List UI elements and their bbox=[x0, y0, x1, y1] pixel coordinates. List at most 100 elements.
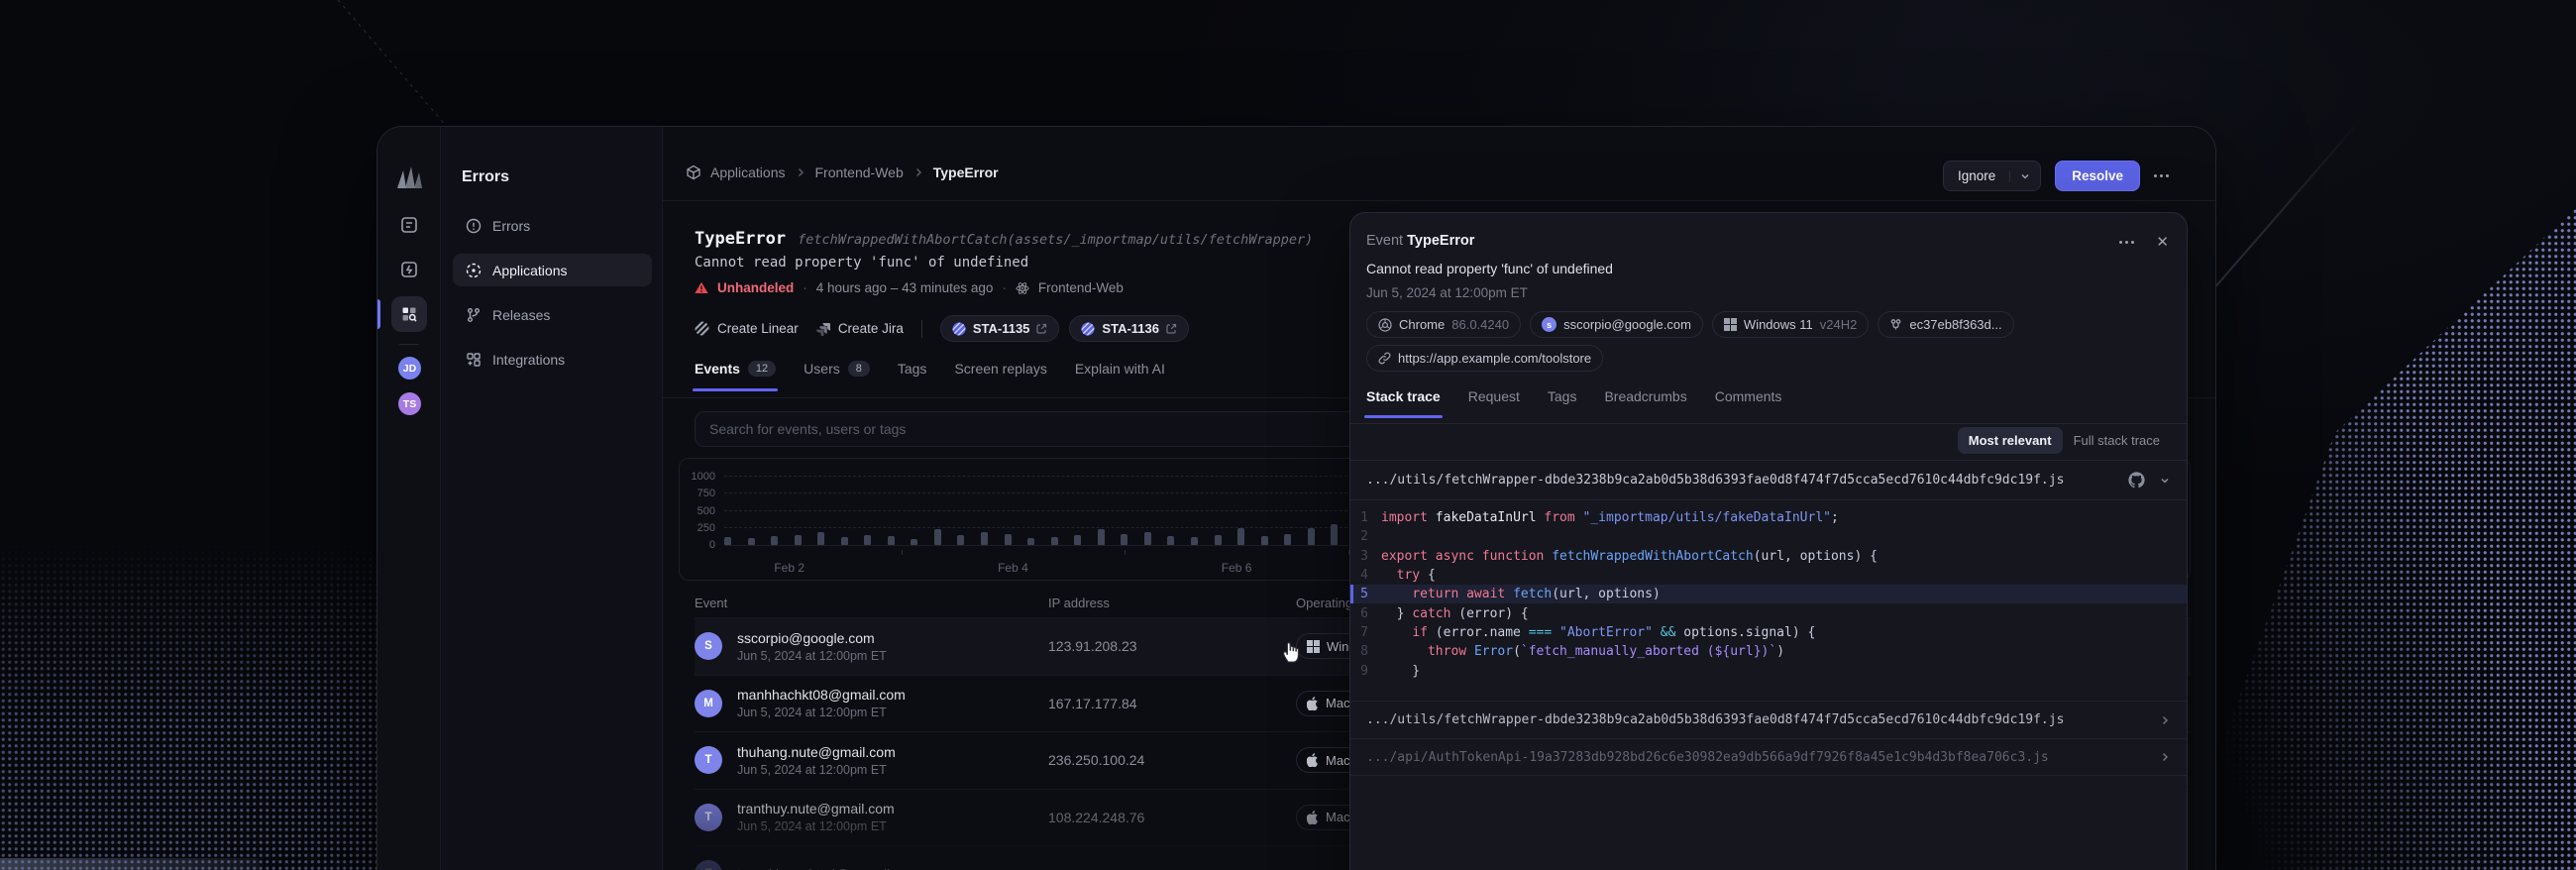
external-link-icon bbox=[1036, 323, 1047, 334]
panel-tab-comments[interactable]: Comments bbox=[1715, 388, 1782, 418]
avatar: T bbox=[695, 746, 722, 775]
issue-location: fetchWrappedWithAbortCatch(assets/_impor… bbox=[798, 232, 1314, 248]
bottom-left-light-strip bbox=[0, 858, 260, 870]
code-viewer: 1 import fakeDataInUrl from "_importmap/u… bbox=[1350, 500, 2187, 689]
github-icon[interactable] bbox=[2128, 472, 2145, 489]
performance-icon[interactable] bbox=[391, 252, 427, 287]
sidebar-item-label: Releases bbox=[492, 306, 551, 323]
panel-tab-breadcrumbs[interactable]: Breadcrumbs bbox=[1604, 388, 1686, 418]
page-background: JD TS Errors Errors Applications Releases I… bbox=[0, 0, 2576, 870]
event-email: thuhang.nute@gmail.com bbox=[737, 743, 896, 760]
more-options-icon[interactable] bbox=[2154, 174, 2169, 177]
apple-icon bbox=[1307, 696, 1319, 710]
code-line: 3 export async function fetchWrappedWithA… bbox=[1350, 547, 2187, 566]
chevron-down-icon[interactable] bbox=[2009, 169, 2040, 182]
create-jira-button[interactable]: Create Jira bbox=[815, 321, 904, 336]
avatar[interactable]: TS bbox=[396, 390, 423, 417]
collapsed-frames: .../utils/fetchWrapper-dbde3238b9ca2ab0d… bbox=[1350, 701, 2187, 776]
line-number: 9 bbox=[1360, 663, 1368, 679]
breadcrumb-item[interactable]: Applications bbox=[710, 164, 786, 180]
line-number: 8 bbox=[1360, 644, 1368, 660]
bar bbox=[1074, 535, 1082, 545]
stack-frame-header[interactable]: .../utils/fetchWrapper-dbde3238b9ca2ab0d… bbox=[1350, 460, 2187, 500]
app-search-icon[interactable] bbox=[391, 296, 427, 332]
linear-icon bbox=[952, 321, 966, 336]
halftone-texture-right bbox=[2176, 208, 2576, 870]
toggle-full-stack-trace[interactable]: Full stack trace bbox=[2063, 427, 2171, 454]
create-linear-button[interactable]: Create Linear bbox=[695, 321, 799, 336]
chevron-right-icon bbox=[795, 166, 806, 178]
apple-icon bbox=[1307, 753, 1319, 768]
bar bbox=[1121, 534, 1128, 545]
ignore-label: Ignore bbox=[1957, 168, 1996, 183]
mouse-cursor bbox=[1283, 642, 1299, 663]
panel-title: Event TypeError bbox=[1366, 233, 1474, 249]
divider bbox=[920, 319, 922, 338]
line-number: 3 bbox=[1360, 548, 1368, 564]
ticket-pill[interactable]: STA-1136 bbox=[1069, 315, 1189, 342]
badge-text: https://app.example.com/toolstore bbox=[1398, 351, 1592, 366]
line-number: 1 bbox=[1360, 510, 1368, 526]
jira-icon bbox=[815, 322, 830, 336]
issue-meta: Unhandeled · 4 hours ago – 43 minutes ag… bbox=[695, 280, 1124, 295]
sidebar: Errors Errors Applications Releases Integra… bbox=[442, 127, 663, 870]
panel-tab-request[interactable]: Request bbox=[1468, 388, 1520, 418]
sidebar-item-applications[interactable]: Applications bbox=[453, 254, 652, 286]
code-line: 8 throw Error(`fetch_manually_aborted ($… bbox=[1350, 642, 2187, 661]
sidebar-item-errors[interactable]: Errors bbox=[453, 209, 652, 242]
tab-explain-with-ai[interactable]: Explain with AI bbox=[1075, 361, 1165, 391]
close-icon[interactable]: ✕ bbox=[2156, 235, 2169, 250]
tab-tags[interactable]: Tags bbox=[898, 361, 927, 391]
tab-users[interactable]: Users 8 bbox=[804, 361, 870, 391]
bar bbox=[794, 535, 802, 545]
sidebar-item-integrations[interactable]: Integrations bbox=[453, 343, 652, 376]
bar bbox=[724, 537, 731, 545]
breadcrumb-item[interactable]: Frontend-Web bbox=[815, 164, 904, 180]
issue-title: TypeError bbox=[695, 229, 787, 249]
breadcrumb-item[interactable]: TypeError bbox=[933, 164, 999, 180]
y-tick-label: 750 bbox=[697, 488, 715, 500]
context-badge[interactable]: Chrome 86.0.4240 bbox=[1366, 311, 1522, 338]
line-number: 6 bbox=[1360, 605, 1368, 621]
code-line: 6 } catch (error) { bbox=[1350, 603, 2187, 622]
bar bbox=[1307, 527, 1315, 545]
bar bbox=[1097, 528, 1105, 545]
url-badge[interactable]: https://app.example.com/toolstore bbox=[1366, 345, 1604, 372]
app-logo-icon[interactable] bbox=[394, 164, 424, 190]
stack-frame-collapsed[interactable]: .../utils/fetchWrapper-dbde3238b9ca2ab0d… bbox=[1350, 701, 2187, 738]
issue-time-range: 4 hours ago – 43 minutes ago bbox=[815, 280, 994, 295]
tab-screen-replays[interactable]: Screen replays bbox=[954, 361, 1046, 391]
logs-icon[interactable] bbox=[391, 207, 427, 243]
resolve-button[interactable]: Resolve bbox=[2055, 161, 2140, 191]
context-badge[interactable]: Windows 11 v24H2 bbox=[1711, 311, 1870, 338]
sidebar-title: Errors bbox=[462, 168, 510, 185]
panel-more-icon[interactable] bbox=[2119, 241, 2135, 244]
bar bbox=[1004, 534, 1012, 545]
ignore-button[interactable]: Ignore bbox=[1942, 161, 2042, 191]
avatar: S bbox=[695, 632, 722, 661]
panel-title-prefix: Event bbox=[1366, 233, 1404, 249]
active-rail-indicator bbox=[377, 299, 380, 329]
stack-frame-collapsed[interactable]: .../api/AuthTokenApi-19a37283db928bd26c6… bbox=[1350, 738, 2187, 776]
bar bbox=[1331, 524, 1339, 545]
avatar[interactable]: JD bbox=[396, 355, 423, 381]
panel-tab-tags[interactable]: Tags bbox=[1548, 388, 1577, 418]
project-label: Frontend-Web bbox=[1037, 280, 1124, 295]
tab-count: 8 bbox=[847, 361, 870, 377]
context-badge[interactable]: s sscorpio@google.com bbox=[1530, 311, 1703, 338]
avatar: M bbox=[695, 689, 722, 717]
ip-address: 167.17.177.84 bbox=[1048, 695, 1137, 711]
ticket-pill[interactable]: STA-1135 bbox=[939, 315, 1060, 342]
context-badge[interactable]: ec37eb8f363d... bbox=[1878, 311, 2014, 338]
bar bbox=[1237, 528, 1245, 545]
toggle-most-relevant[interactable]: Most relevant bbox=[1957, 427, 2063, 454]
sidebar-item-releases[interactable]: Releases bbox=[453, 298, 652, 331]
tab-events[interactable]: Events 12 bbox=[692, 361, 779, 391]
issue-actions: Create Linear Create Jira STA-1135 STA-11… bbox=[695, 315, 1189, 342]
code-line: 9 } bbox=[1350, 661, 2187, 680]
event-date: Jun 5, 2024 at 12:00pm ET bbox=[737, 819, 887, 834]
column-header: Event bbox=[695, 595, 728, 610]
chevron-down-icon[interactable] bbox=[2159, 475, 2171, 487]
icon-rail: JD TS bbox=[377, 127, 441, 870]
panel-tab-stack-trace[interactable]: Stack trace bbox=[1364, 388, 1443, 418]
